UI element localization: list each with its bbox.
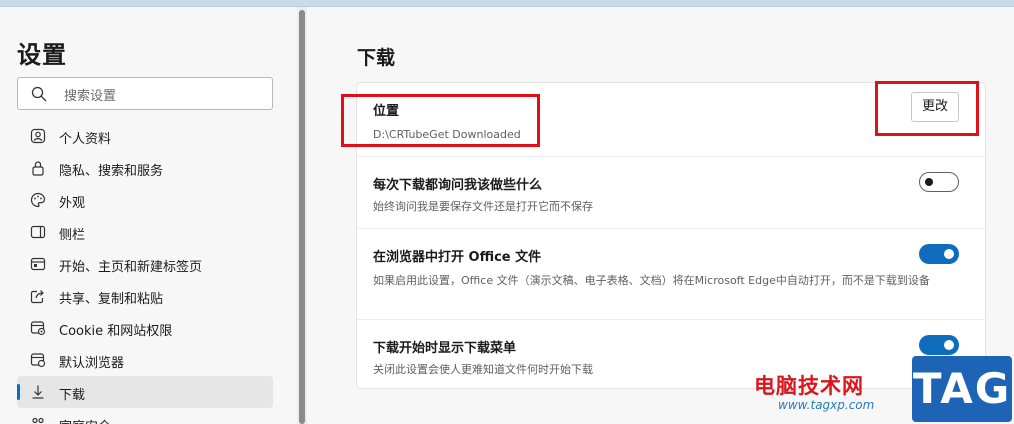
site-permissions-icon	[30, 321, 46, 336]
browser-icon	[30, 353, 46, 368]
sidebar-item-privacy[interactable]: 隐私、搜索和服务	[17, 152, 273, 184]
sidebar-item-label: Cookie 和网站权限	[59, 324, 173, 339]
sidebar-item-profile[interactable]: 个人资料	[17, 120, 273, 152]
section-title: 下载	[357, 47, 396, 69]
settings-main: 下载 位置 D:\CRTubeGet Downloaded 更改 每次下载都询问…	[307, 7, 1014, 424]
profile-icon	[30, 128, 46, 144]
sidebar-item-default-browser[interactable]: 默认浏览器	[17, 344, 273, 376]
toggle-knob	[925, 178, 933, 186]
share-icon	[30, 290, 44, 304]
watermark-url: www.tagxp.com	[778, 398, 875, 412]
setting-title: 下载开始时显示下载菜单	[373, 341, 517, 356]
sidebar-icon	[30, 225, 46, 239]
ask-each-download-row: 每次下载都询问我该做些什么 始终询问我是要保存文件还是打开它而不保存	[357, 156, 985, 228]
sidebar-item-family[interactable]: 家庭安全	[17, 408, 273, 424]
sidebar-item-label: 下载	[59, 388, 86, 403]
sidebar-item-share[interactable]: 共享、复制和粘贴	[17, 280, 273, 312]
sidebar-item-appearance[interactable]: 外观	[17, 184, 273, 216]
sidebar-item-label: 开始、主页和新建标签页	[59, 260, 203, 275]
setting-description: 如果启用此设置，Office 文件（演示文稿、电子表格、文档）将在Microso…	[373, 274, 930, 287]
family-icon	[32, 417, 44, 424]
change-button-highlight-box	[875, 81, 979, 136]
sidebar-item-label: 家庭安全	[59, 416, 111, 424]
watermark-tag-logo: TAG	[912, 356, 1012, 422]
sidebar-title: 设置	[17, 41, 67, 69]
setting-title: 每次下载都询问我该做些什么	[373, 178, 543, 193]
open-office-files-row: 在浏览器中打开 Office 文件 如果启用此设置，Office 文件（演示文稿…	[357, 228, 985, 319]
location-highlight-box	[341, 94, 540, 147]
toggle-knob	[944, 249, 954, 259]
open-office-files-toggle[interactable]	[919, 244, 959, 264]
settings-sidebar: 设置 搜索设置 个人资料 隐私、搜索和服务 外观 侧栏 开始、主页和新建标签页 …	[0, 7, 297, 424]
search-icon	[31, 86, 47, 102]
sidebar-item-label: 侧栏	[59, 228, 86, 243]
sidebar-item-label: 默认浏览器	[59, 356, 125, 371]
sidebar-item-sidebar[interactable]: 侧栏	[17, 216, 273, 248]
watermark-site-name: 电脑技术网	[754, 374, 864, 398]
home-tab-icon	[30, 257, 46, 271]
setting-description: 始终询问我是要保存文件还是打开它而不保存	[373, 200, 593, 213]
search-placeholder: 搜索设置	[64, 89, 117, 104]
lock-icon	[32, 161, 44, 176]
sidebar-item-label: 隐私、搜索和服务	[59, 164, 164, 179]
setting-description: 关闭此设置会使人更难知道文件何时开始下载	[373, 363, 593, 376]
sidebar-item-downloads[interactable]: 下载	[17, 376, 273, 408]
sidebar-scrollbar-thumb[interactable]	[299, 10, 305, 424]
download-icon	[32, 385, 44, 399]
sidebar-item-label: 个人资料	[59, 132, 112, 147]
show-downloads-menu-toggle[interactable]	[919, 335, 959, 355]
window-top-strip	[0, 0, 1014, 7]
palette-icon	[30, 192, 46, 208]
sidebar-item-label: 共享、复制和粘贴	[59, 292, 164, 307]
show-downloads-menu-row: 下载开始时显示下载菜单 关闭此设置会使人更难知道文件何时开始下载	[357, 319, 985, 389]
sidebar-item-cookies[interactable]: Cookie 和网站权限	[17, 312, 273, 344]
toggle-knob	[944, 340, 954, 350]
sidebar-item-label: 外观	[59, 196, 86, 211]
ask-each-download-toggle[interactable]	[919, 172, 959, 192]
sidebar-nav: 个人资料 隐私、搜索和服务 外观 侧栏 开始、主页和新建标签页 共享、复制和粘贴…	[17, 120, 273, 424]
sidebar-item-start-home[interactable]: 开始、主页和新建标签页	[17, 248, 273, 280]
setting-title: 在浏览器中打开 Office 文件	[373, 250, 542, 265]
search-input[interactable]: 搜索设置	[17, 77, 273, 110]
